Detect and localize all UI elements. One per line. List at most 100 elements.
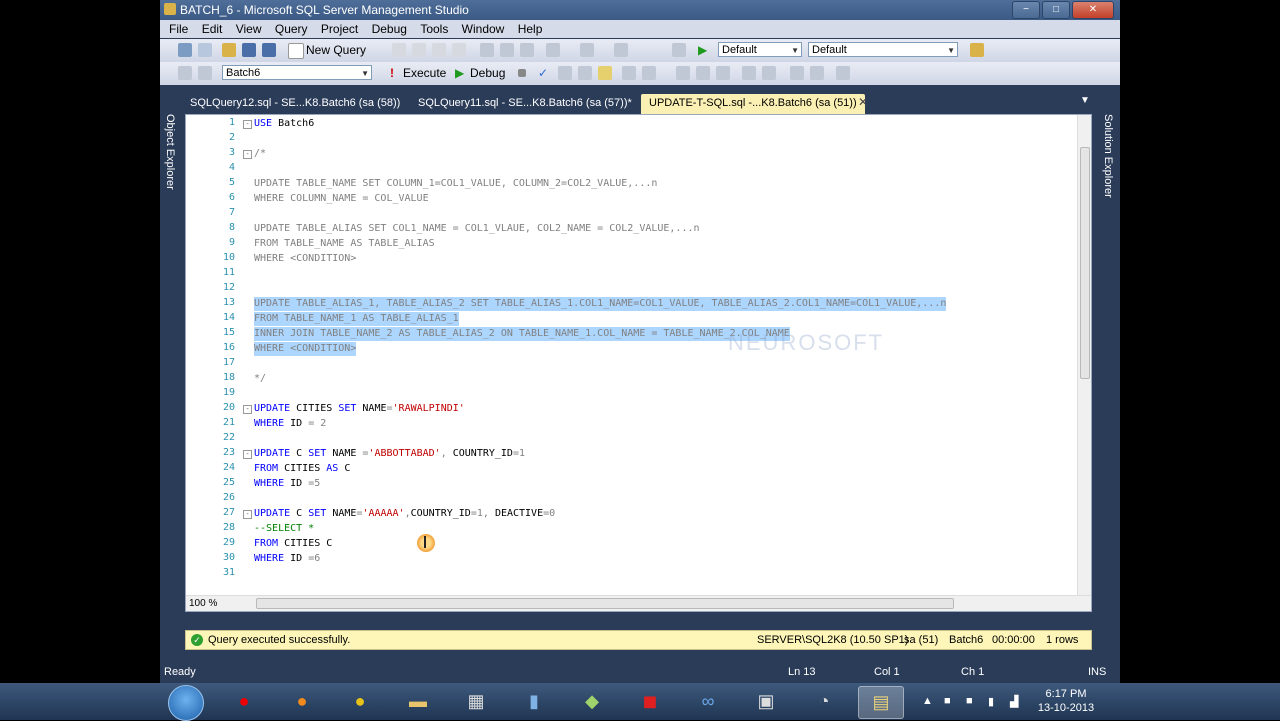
tray-icon-2[interactable]: ■ — [966, 695, 973, 707]
zoom-level[interactable]: 100 % — [189, 596, 217, 611]
solution-explorer-tab[interactable]: Solution Explorer — [1102, 114, 1114, 198]
uncomment-icon[interactable] — [762, 66, 776, 80]
properties-icon[interactable] — [970, 43, 984, 57]
platform-combo[interactable]: Default ▼ — [808, 42, 958, 57]
tab-update-t-sql[interactable]: UPDATE-T-SQL.sql -...K8.Batch6 (sa (51)) — [641, 94, 865, 114]
comment-icon[interactable] — [742, 66, 756, 80]
chrome-icon[interactable]: ● — [338, 686, 382, 717]
menu-window[interactable]: Window — [457, 21, 510, 37]
menu-edit[interactable]: Edit — [197, 21, 228, 37]
new-query-button[interactable]: New Query — [306, 43, 366, 57]
opera-icon[interactable]: ● — [222, 686, 266, 717]
new-query-icon[interactable] — [288, 43, 304, 59]
start-icon[interactable]: ▶ — [698, 43, 712, 57]
menu-debug[interactable]: Debug — [367, 21, 412, 37]
decrease-indent-icon[interactable] — [790, 66, 804, 80]
network-icon[interactable]: ▟ — [1010, 695, 1018, 708]
power-icon[interactable]: ▮ — [988, 695, 994, 708]
notepad-icon[interactable]: ▮ — [512, 686, 556, 717]
fold-toggle-icon[interactable]: - — [243, 120, 252, 129]
code-line[interactable]: USE Batch6 — [254, 117, 314, 131]
code-line[interactable]: */ — [254, 372, 266, 386]
database-combo[interactable]: Batch6 ▼ — [222, 65, 372, 80]
query-type-icon-2[interactable] — [412, 43, 426, 57]
code-line[interactable]: FROM CITIES C — [254, 537, 332, 551]
fold-toggle-icon[interactable]: - — [243, 450, 252, 459]
connect-icon[interactable] — [178, 66, 192, 80]
start-button[interactable] — [168, 685, 204, 721]
tray-expand-icon[interactable]: ▲ — [922, 695, 933, 707]
results-file-icon[interactable] — [696, 66, 710, 80]
code-line[interactable]: WHERE COLUMN_NAME = COL_VALUE — [254, 192, 429, 206]
code-editor[interactable]: 1-2 3-4 5 6 7 8 9 10 11 12 13 14 15 16 17 18 19 20-21 22 23… — [185, 114, 1092, 612]
code-line[interactable]: WHERE ID =5 — [254, 477, 320, 491]
visual-studio-icon[interactable]: ∞ — [686, 686, 730, 717]
increase-indent-icon[interactable] — [810, 66, 824, 80]
save-icon[interactable] — [242, 43, 256, 57]
query-designer-icon[interactable] — [578, 66, 592, 80]
fold-toggle-icon[interactable]: - — [243, 405, 252, 414]
redo-icon[interactable] — [580, 43, 594, 57]
sticky-notes-icon[interactable]: ◆ — [570, 686, 614, 717]
open-file-icon[interactable] — [222, 43, 236, 57]
code-line[interactable]: UPDATE TABLE_NAME SET COLUMN_1=COL1_VALU… — [254, 177, 657, 191]
close-button[interactable]: ✕ — [1072, 1, 1114, 19]
speed-tool-icon[interactable]: ◔ — [802, 686, 846, 717]
menu-query[interactable]: Query — [270, 21, 313, 37]
results-text-icon[interactable] — [716, 66, 730, 80]
horizontal-scroll-thumb[interactable] — [256, 598, 954, 609]
config-combo[interactable]: Default ▼ — [718, 42, 802, 57]
cut-icon[interactable] — [480, 43, 494, 57]
results-to-text-icon[interactable] — [598, 66, 612, 80]
code-line[interactable]: /* — [254, 147, 266, 161]
code-line[interactable]: UPDATE C SET NAME='AAAAA',COUNTRY_ID=1, … — [254, 507, 555, 521]
code-line[interactable]: FROM TABLE_NAME AS TABLE_ALIAS — [254, 237, 435, 251]
debug-button[interactable]: Debug — [470, 66, 505, 80]
code-line[interactable]: WHERE <CONDITION> — [254, 342, 357, 356]
tray-icon-1[interactable]: ■ — [944, 695, 951, 707]
add-item-icon[interactable] — [198, 43, 212, 57]
query-type-icon[interactable] — [392, 43, 406, 57]
minimize-button[interactable]: − — [1012, 1, 1040, 19]
stop-icon[interactable] — [518, 69, 526, 77]
debug-icon[interactable]: ▶ — [455, 66, 464, 80]
code-line[interactable]: FROM TABLE_NAME_1 AS TABLE_ALIAS_1 — [254, 312, 459, 326]
undo-icon[interactable] — [546, 43, 560, 57]
code-line[interactable]: WHERE <CONDITION> — [254, 252, 356, 266]
ssms-taskbar-icon[interactable]: ▤ — [858, 686, 904, 719]
close-tab-icon[interactable]: ✕ — [858, 95, 868, 109]
code-line[interactable]: FROM CITIES AS C — [254, 462, 350, 476]
menu-project[interactable]: Project — [316, 21, 363, 37]
actual-plan-icon[interactable] — [622, 66, 636, 80]
fold-toggle-icon[interactable]: - — [243, 150, 252, 159]
parse-icon[interactable]: ✓ — [538, 66, 548, 80]
vertical-scroll-thumb[interactable] — [1080, 147, 1090, 379]
menu-help[interactable]: Help — [513, 21, 548, 37]
execute-icon[interactable]: ! — [390, 66, 394, 80]
code-line[interactable]: UPDATE TABLE_ALIAS SET COL1_NAME = COL1_… — [254, 222, 700, 236]
tab-sqlquery11[interactable]: SQLQuery11.sql - SE...K8.Batch6 (sa (57)… — [388, 94, 632, 114]
fold-toggle-icon[interactable]: - — [243, 510, 252, 519]
estimated-plan-icon[interactable] — [558, 66, 572, 80]
query-type-icon-3[interactable] — [432, 43, 446, 57]
code-line[interactable]: UPDATE CITIES SET NAME='RAWALPINDI' — [254, 402, 465, 416]
object-explorer-tab[interactable]: Object Explorer — [164, 114, 176, 190]
tab-dropdown-icon[interactable]: ▼ — [1080, 95, 1090, 106]
save-all-icon[interactable] — [262, 43, 276, 57]
acrobat-icon[interactable]: ◼ — [628, 686, 672, 717]
paste-icon[interactable] — [520, 43, 534, 57]
client-stats-icon[interactable] — [642, 66, 656, 80]
disconnect-icon[interactable] — [198, 66, 212, 80]
firefox-icon[interactable]: ● — [280, 686, 324, 717]
navigate-icon[interactable] — [614, 43, 628, 57]
clock[interactable]: 6:17 PM 13-10-2013 — [1036, 687, 1096, 715]
results-grid-icon[interactable] — [676, 66, 690, 80]
menu-tools[interactable]: Tools — [415, 21, 453, 37]
vertical-scrollbar[interactable] — [1077, 115, 1091, 611]
code-line[interactable]: UPDATE C SET NAME ='ABBOTTABAD', COUNTRY… — [254, 447, 525, 461]
file-explorer-icon[interactable]: ▬ — [396, 686, 440, 717]
code-line[interactable]: --SELECT * — [254, 522, 314, 536]
execute-button[interactable]: Execute — [403, 66, 446, 80]
specify-values-icon[interactable] — [836, 66, 850, 80]
activity-monitor-icon[interactable] — [672, 43, 686, 57]
